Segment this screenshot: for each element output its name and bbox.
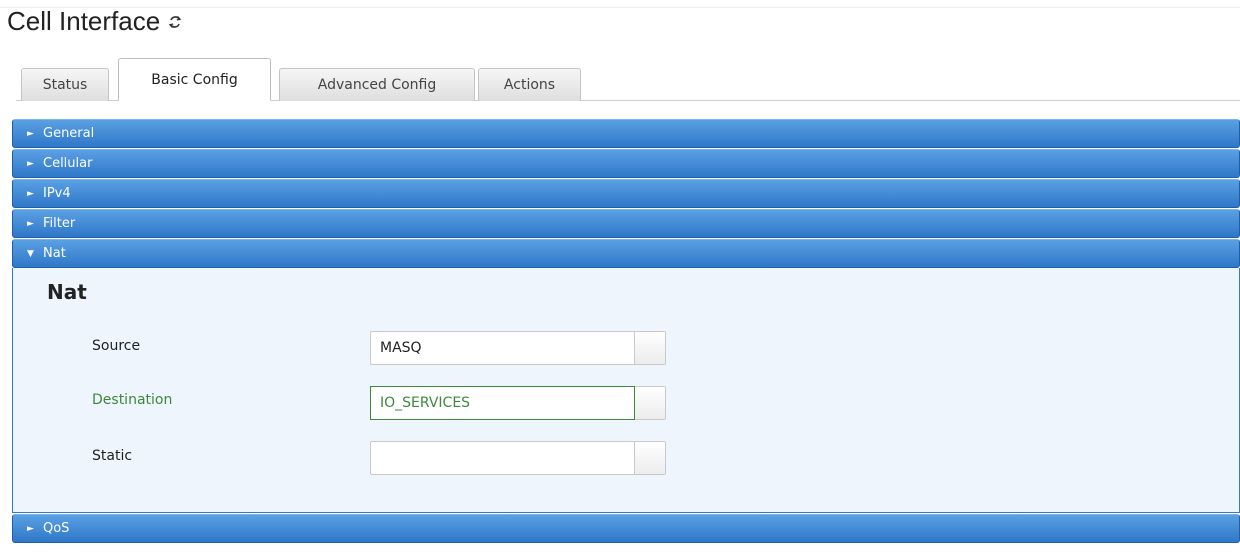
page-title-text: Cell Interface	[7, 6, 161, 36]
source-select-value: MASQ	[371, 332, 635, 364]
static-dropdown-button[interactable]	[635, 442, 665, 474]
destination-select-value: IO_SERVICES	[370, 386, 635, 420]
section-general-header[interactable]: ► General	[12, 119, 1240, 148]
section-filter-header[interactable]: ► Filter	[12, 209, 1240, 238]
collapsed-arrow-icon: ►	[27, 158, 34, 169]
expanded-arrow-icon: ▼	[27, 248, 34, 259]
static-select-value	[371, 442, 635, 474]
destination-select[interactable]: IO_SERVICES	[370, 386, 666, 420]
section-cellular-header[interactable]: ► Cellular	[12, 149, 1240, 178]
section-filter-label: Filter	[43, 216, 76, 231]
destination-dropdown-button[interactable]	[635, 387, 665, 419]
collapsed-arrow-icon: ►	[27, 523, 34, 534]
section-general-label: General	[43, 126, 95, 141]
section-qos-label: QoS	[43, 521, 70, 536]
section-ipv4-header[interactable]: ► IPv4	[12, 179, 1240, 208]
tab-advanced-config[interactable]: Advanced Config	[279, 68, 475, 101]
nat-panel-heading: Nat	[47, 280, 87, 304]
collapsed-arrow-icon: ►	[27, 218, 34, 229]
tab-status[interactable]: Status	[21, 68, 109, 101]
source-dropdown-button[interactable]	[635, 332, 665, 364]
destination-label: Destination	[92, 392, 173, 408]
tab-actions[interactable]: Actions	[478, 68, 581, 101]
section-nat-label: Nat	[43, 246, 66, 261]
tab-basic-config[interactable]: Basic Config	[118, 58, 271, 101]
section-cellular-label: Cellular	[43, 156, 93, 171]
section-qos-header[interactable]: ► QoS	[12, 514, 1240, 543]
collapsed-arrow-icon: ►	[27, 188, 34, 199]
section-ipv4-label: IPv4	[43, 186, 71, 201]
page-title: Cell Interface	[7, 6, 182, 37]
refresh-icon[interactable]	[168, 15, 182, 29]
source-select[interactable]: MASQ	[370, 331, 666, 365]
section-nat-header[interactable]: ▼ Nat	[12, 239, 1240, 268]
tab-bar: Status Basic Config Advanced Config Acti…	[16, 57, 1240, 101]
static-label: Static	[92, 448, 133, 464]
collapsed-arrow-icon: ►	[27, 128, 34, 139]
top-divider	[0, 7, 1240, 8]
nat-panel: Nat Source MASQ Destination IO_SERVICES …	[12, 268, 1240, 513]
static-select[interactable]	[370, 441, 666, 475]
config-accordion: ► General ► Cellular ► IPv4 ► Filter ▼ N…	[12, 119, 1240, 544]
source-label: Source	[92, 338, 141, 354]
